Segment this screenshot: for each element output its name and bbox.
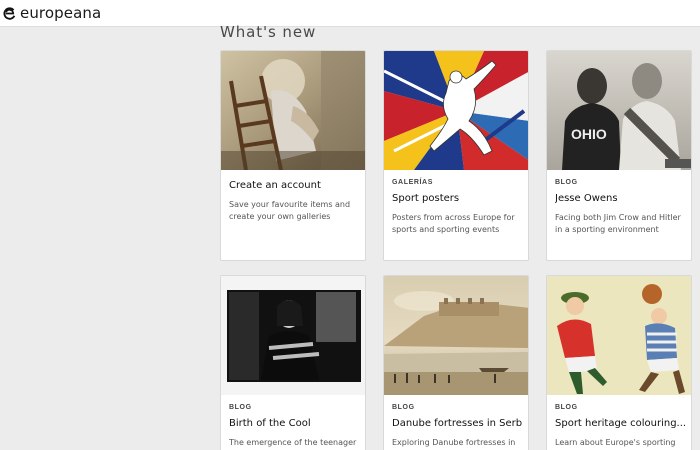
card-description: Exploring Danube fortresses in (392, 438, 516, 447)
card-title: Birth of the Cool (229, 418, 311, 429)
card-image (221, 51, 365, 170)
card-tag: BLOG (555, 179, 578, 186)
top-bar: europeana (0, 0, 700, 27)
card-tag: BLOG (229, 404, 252, 411)
card-description: Learn about Europe's sporting (555, 438, 676, 447)
card-sport-heritage-colouring[interactable]: BLOG Sport heritage colouring... Learn a… (546, 275, 692, 450)
card-description: Facing both Jim Crow and Hitler in a spo… (555, 213, 681, 234)
card-image (221, 276, 365, 395)
card-tag: BLOG (555, 404, 578, 411)
section-title: What's new (220, 23, 317, 41)
card-danube-fortresses[interactable]: BLOG Danube fortresses in Serbia Explori… (383, 275, 529, 450)
card-description: Posters from across Europe for sports an… (392, 213, 515, 234)
card-title: Jesse Owens (555, 193, 618, 204)
svg-text:OHIO: OHIO (571, 126, 607, 142)
card-image: OHIO (547, 51, 691, 170)
card-title: Sport heritage colouring... (555, 418, 685, 429)
card-create-account[interactable]: Create an account Save your favourite it… (220, 50, 366, 261)
card-birth-of-the-cool[interactable]: BLOG Birth of the Cool The emergence of … (220, 275, 366, 450)
card-sport-posters[interactable]: GALERÍAS Sport posters Posters from acro… (383, 50, 529, 261)
card-tag: BLOG (392, 404, 415, 411)
europeana-logo[interactable]: europeana (2, 3, 101, 23)
card-tag: GALERÍAS (392, 179, 433, 186)
card-title: Create an account (229, 180, 321, 191)
card-image (384, 276, 528, 395)
logo-text: europeana (20, 4, 102, 22)
card-image (384, 51, 528, 170)
card-description: Save your favourite items and create you… (229, 200, 351, 221)
card-image (547, 276, 691, 395)
card-jesse-owens[interactable]: OHIO BLOG Jesse Owens Facing both Jim Cr… (546, 50, 692, 261)
card-description: The emergence of the teenager in (229, 438, 357, 447)
card-title: Sport posters (392, 193, 460, 204)
card-title: Danube fortresses in Serbia (392, 418, 522, 429)
europeana-logo-icon (3, 6, 16, 20)
